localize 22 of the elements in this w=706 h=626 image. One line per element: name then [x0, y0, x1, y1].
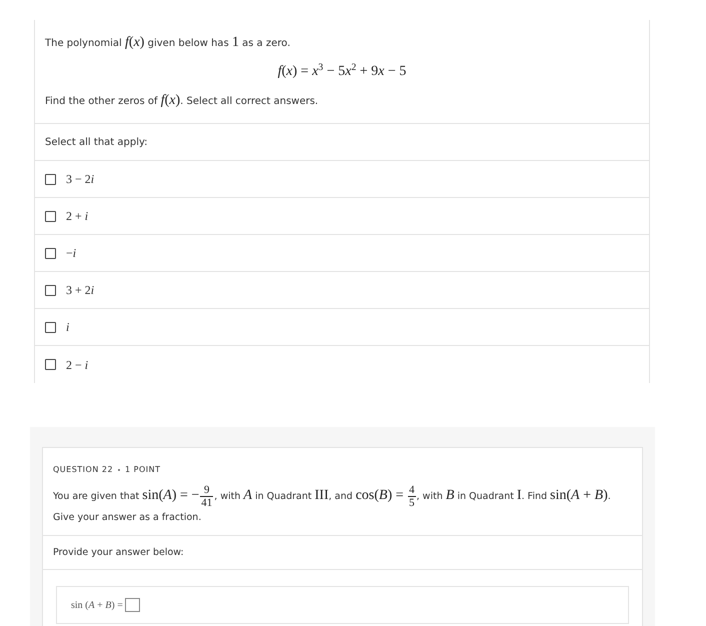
answer-option[interactable]: 3 − 2i [35, 161, 649, 198]
checkbox[interactable] [45, 322, 56, 332]
equation: f(x) = x$^{3}$ − 5x$^{2}$ + 9x − 5 [278, 61, 406, 81]
checkbox[interactable] [45, 284, 56, 296]
checkbox[interactable] [45, 359, 56, 370]
answer-input[interactable] [124, 598, 140, 612]
question-number: QUESTION 22 [53, 464, 114, 476]
answer-option[interactable]: −i [35, 235, 649, 272]
question-text: Find the other zeros of f(x). Select all correct answers. [45, 92, 320, 110]
checkbox[interactable] [45, 210, 56, 222]
answer-option[interactable]: 2 − i [35, 346, 649, 383]
answer-prompt: Provide your answer below: [53, 546, 184, 560]
instruction-text: Select all that apply: [45, 136, 148, 150]
checkbox[interactable] [45, 248, 56, 258]
question-note: Give your answer as a fraction. [53, 511, 202, 525]
answer-option[interactable]: 3 + 2i [35, 272, 649, 309]
answer-option[interactable]: 2 + i [35, 198, 649, 235]
question-text: The polynomial f(x) given below has 1 as a zero. [45, 34, 292, 52]
answer-option[interactable]: i [35, 309, 649, 346]
points-label: 1 POINT [125, 464, 161, 476]
answer-label: sin (A + B) = [71, 598, 123, 613]
checkbox[interactable] [45, 174, 56, 184]
